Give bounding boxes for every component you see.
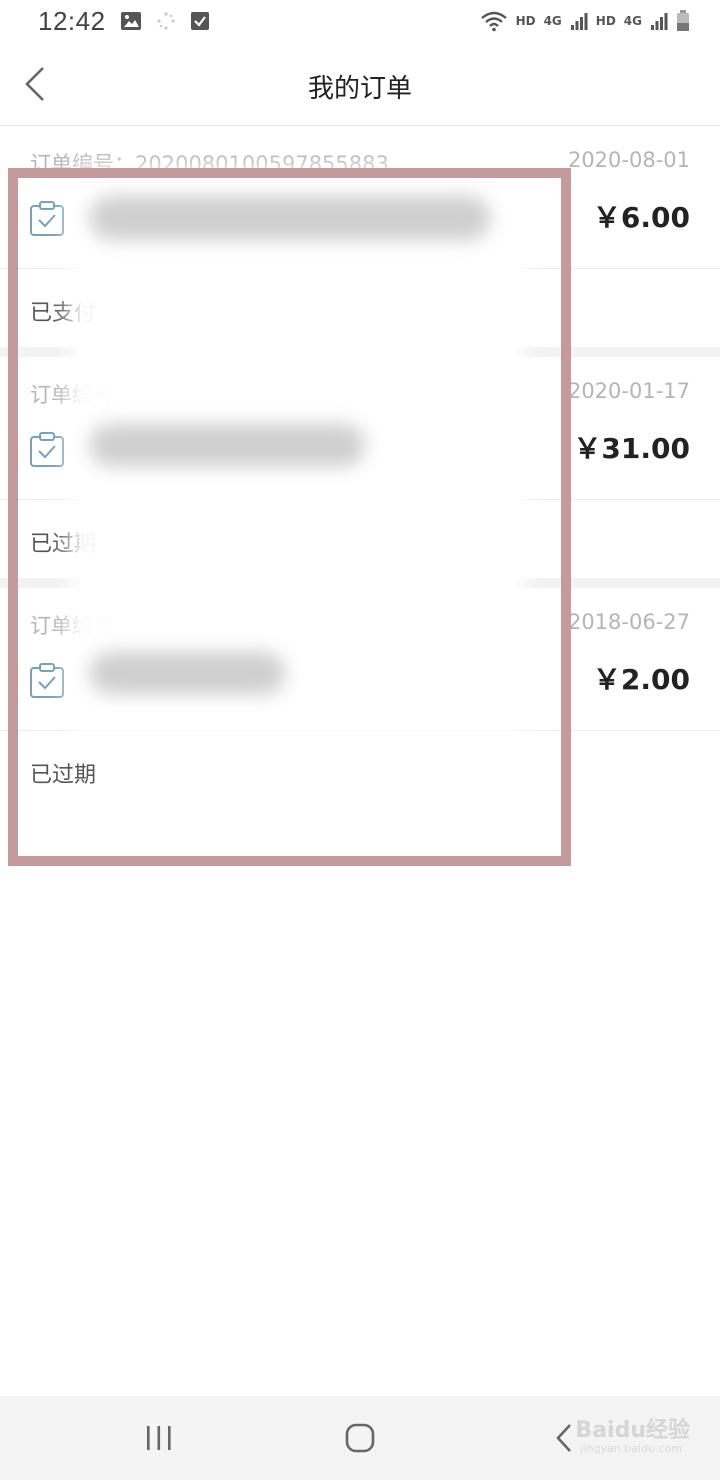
highlight-box bbox=[8, 168, 571, 866]
signal-icon bbox=[570, 11, 588, 31]
order-date: 2020-08-01 bbox=[567, 148, 690, 172]
status-right: HD 4G HD 4G bbox=[480, 10, 690, 32]
loading-icon bbox=[156, 11, 176, 31]
image-icon bbox=[120, 11, 142, 31]
order-date: 2018-06-27 bbox=[567, 610, 690, 634]
order-price: ￥2.00 bbox=[592, 663, 690, 696]
status-bar: 12:42 HD 4G HD 4G bbox=[0, 0, 720, 42]
checkbox-icon bbox=[190, 11, 210, 31]
network-label-4g-2: 4G bbox=[623, 14, 642, 28]
wifi-icon bbox=[480, 10, 508, 32]
watermark: Baidu经验 bbox=[575, 1418, 690, 1443]
back-icon bbox=[556, 1424, 571, 1452]
header: 我的订单 bbox=[0, 42, 720, 126]
recent-apps-icon bbox=[147, 1426, 171, 1450]
watermark-url: jingyan.baidu.com bbox=[580, 1442, 682, 1455]
battery-icon bbox=[676, 10, 690, 32]
network-label-hd-1: HD bbox=[515, 14, 536, 28]
home-button[interactable] bbox=[338, 1416, 382, 1460]
status-time: 12:42 bbox=[38, 5, 106, 36]
network-label-hd-2: HD bbox=[595, 14, 616, 28]
order-date: 2020-01-17 bbox=[567, 379, 690, 403]
page-title: 我的订单 bbox=[307, 74, 412, 104]
recent-apps-button[interactable] bbox=[137, 1416, 181, 1460]
home-icon bbox=[345, 1423, 375, 1453]
order-price: ￥31.00 bbox=[573, 432, 690, 465]
network-label-4g-1: 4G bbox=[543, 14, 562, 28]
nav-bar: Baidu经验 jingyan.baidu.com bbox=[0, 1396, 720, 1480]
status-left: 12:42 bbox=[38, 6, 210, 37]
order-price: ￥6.00 bbox=[592, 201, 690, 234]
signal-icon bbox=[650, 11, 668, 31]
